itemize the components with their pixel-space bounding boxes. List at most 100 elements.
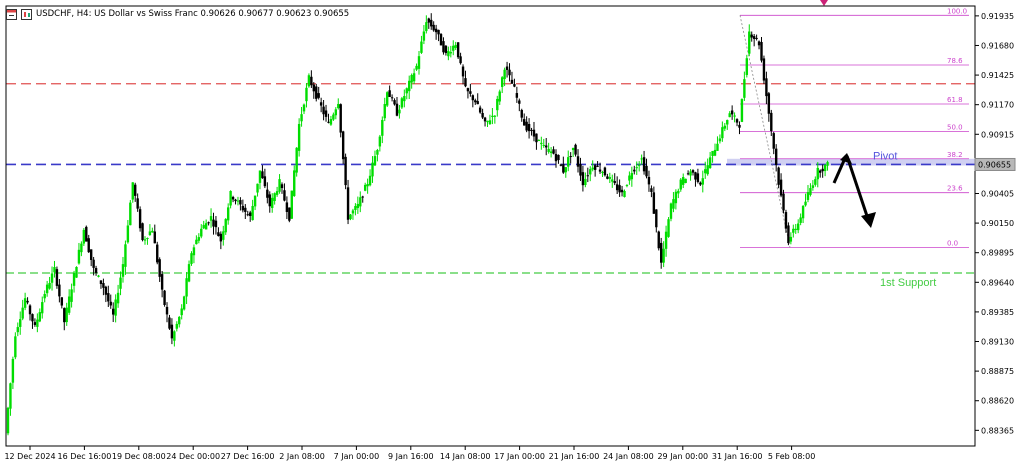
candle-body xyxy=(819,170,822,173)
candle xyxy=(16,322,19,337)
candle-body xyxy=(356,203,360,209)
candle-body xyxy=(45,284,49,294)
candle xyxy=(823,163,827,177)
candle xyxy=(549,147,553,158)
candle-body xyxy=(557,154,560,161)
candle xyxy=(378,134,382,152)
candle xyxy=(691,169,695,176)
candle xyxy=(699,181,702,186)
candle-body xyxy=(735,119,739,123)
candle xyxy=(38,308,42,323)
candle-body xyxy=(606,176,609,179)
candle-body xyxy=(241,205,245,211)
candle xyxy=(726,119,729,130)
candle-body xyxy=(398,109,401,114)
candle-body xyxy=(488,120,492,125)
candle-body xyxy=(471,95,475,101)
candle-body xyxy=(770,112,773,131)
candle xyxy=(804,193,807,207)
x-tick-label: 14 Jan 08:00 xyxy=(440,452,491,461)
candle-body xyxy=(253,195,257,207)
x-tick-label: 24 Dec 00:00 xyxy=(166,452,220,461)
candle-body xyxy=(290,190,293,219)
candle xyxy=(801,204,805,224)
candle xyxy=(82,228,86,246)
candle-body xyxy=(256,183,259,193)
candle-body xyxy=(214,220,218,228)
candle xyxy=(19,311,22,335)
fib-level-label: 78.6 xyxy=(947,57,963,65)
candle xyxy=(214,216,218,235)
fib-level-label: 0.0 xyxy=(947,239,958,247)
y-tick-label: 0.90150 xyxy=(981,219,1014,228)
candle xyxy=(454,41,457,50)
symbol-info: USDCHF, H4: US Dollar vs Swiss Franc 0.9… xyxy=(36,9,350,19)
candle-body xyxy=(400,98,404,108)
candle xyxy=(390,94,394,102)
candle-body xyxy=(679,179,682,190)
candle xyxy=(618,179,621,197)
candle xyxy=(469,83,472,97)
candle xyxy=(792,224,795,238)
candle xyxy=(682,173,685,189)
candle xyxy=(405,87,408,100)
candle-body xyxy=(170,324,174,339)
candle xyxy=(143,236,147,245)
candle xyxy=(180,304,183,320)
candle xyxy=(361,195,364,203)
candle xyxy=(75,266,78,278)
candle-body xyxy=(491,115,494,117)
candle-body xyxy=(427,18,430,23)
candle-body xyxy=(740,99,744,122)
candle xyxy=(119,271,122,296)
candle xyxy=(23,292,27,311)
pivot-label: Pivot xyxy=(873,150,897,162)
x-tick-label: 12 Dec 2024 xyxy=(4,452,55,461)
candle xyxy=(163,289,166,307)
candle xyxy=(234,198,237,205)
candle xyxy=(505,61,509,78)
candle-body xyxy=(713,149,717,156)
x-tick-label: 16 Dec 16:00 xyxy=(57,452,111,461)
candle-body xyxy=(119,277,122,289)
candle-body xyxy=(721,127,724,139)
candle-body xyxy=(14,336,17,358)
candle-body xyxy=(16,327,19,333)
price-chart[interactable]: 100.0 78.6 61.8 50.0 38.2 23.6 0.0 Pivot 1st Su… xyxy=(0,0,1024,466)
candle xyxy=(182,295,186,311)
candle-body xyxy=(109,301,112,306)
candle-body xyxy=(381,119,384,136)
candle xyxy=(659,237,663,269)
candle-body xyxy=(699,182,702,185)
candle xyxy=(248,210,252,222)
chart-window-icon[interactable] xyxy=(6,8,17,20)
candle xyxy=(151,227,154,233)
candle-body xyxy=(383,103,386,119)
candle-body xyxy=(545,145,548,148)
candle-body xyxy=(596,165,599,167)
candles-icon[interactable] xyxy=(21,8,32,20)
y-tick-label: 0.89895 xyxy=(981,249,1014,258)
candle xyxy=(442,37,445,55)
x-tick-label: 31 Jan 16:00 xyxy=(712,452,763,461)
candle-body xyxy=(28,305,32,315)
candle xyxy=(513,78,516,88)
candle xyxy=(545,138,548,156)
candle-body xyxy=(121,264,125,277)
x-tick-label: 29 Jan 00:00 xyxy=(657,452,708,461)
candle xyxy=(295,147,298,177)
candle xyxy=(439,33,443,46)
candle xyxy=(784,209,788,233)
candle-body xyxy=(275,191,279,195)
candle-body xyxy=(346,187,350,220)
candle xyxy=(672,192,675,213)
candle xyxy=(63,307,66,331)
candle-body xyxy=(782,193,785,211)
candle xyxy=(278,174,281,194)
candle-body xyxy=(33,322,37,325)
candle-body xyxy=(716,143,719,151)
candle-body xyxy=(207,222,210,224)
candle xyxy=(488,114,492,125)
candle xyxy=(540,136,543,150)
candle-body xyxy=(684,178,687,183)
